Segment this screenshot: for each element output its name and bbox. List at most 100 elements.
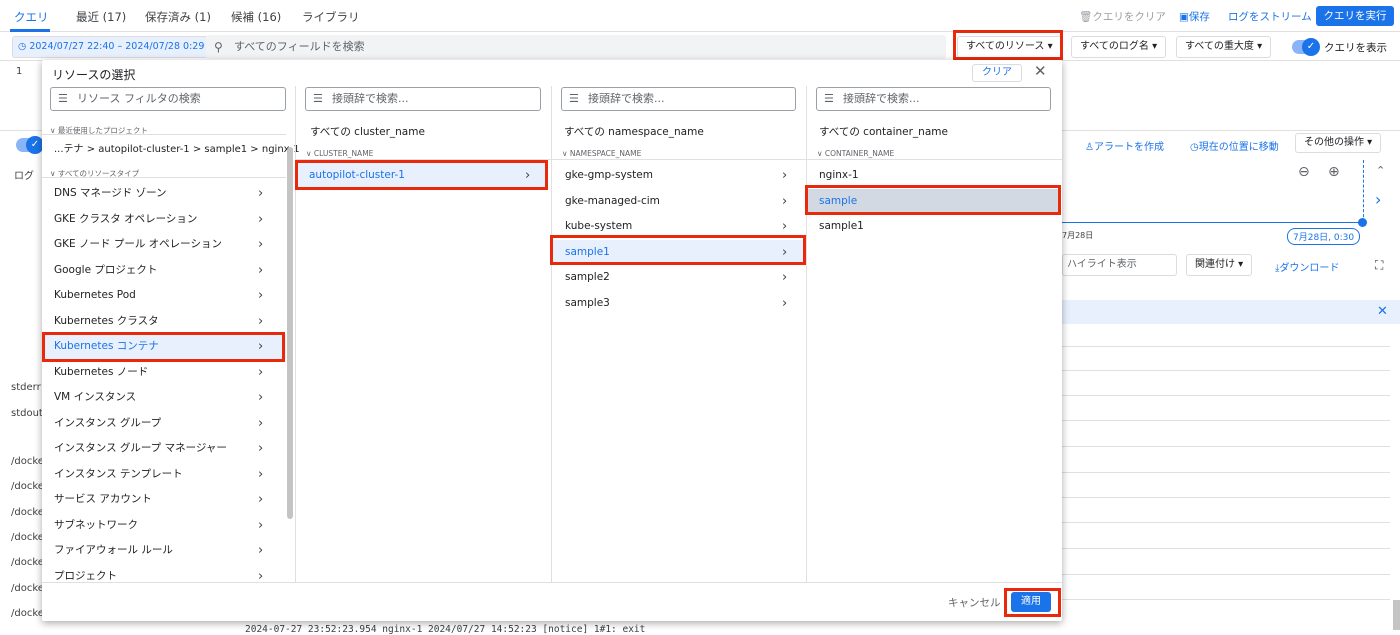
chevron-right-icon: › xyxy=(258,364,264,380)
namespace-item[interactable]: sample3 › xyxy=(552,291,805,316)
timeline-handle[interactable] xyxy=(1358,218,1367,227)
all-log-names-dropdown[interactable]: すべてのログ名 ▾ xyxy=(1071,36,1167,58)
chevron-right-icon: › xyxy=(258,339,264,354)
next-arrow-icon[interactable]: › xyxy=(1375,190,1381,209)
all-container-name-option[interactable]: すべての container_name xyxy=(819,124,948,139)
run-query-button[interactable]: クエリを実行 xyxy=(1316,6,1394,26)
clear-button[interactable]: クリア xyxy=(972,64,1022,82)
resource-type-item-label: GKE クラスタ オペレーション xyxy=(54,212,198,225)
clock-icon: ◷ xyxy=(18,41,30,52)
tab-suggested[interactable]: 候補 (16) xyxy=(231,9,281,25)
resource-type-item[interactable]: インスタンス グループ › xyxy=(42,411,286,436)
zoom-out-icon[interactable]: ⊖ xyxy=(1298,164,1310,180)
namespace-item[interactable]: gke-managed-cim › xyxy=(552,189,805,214)
chevron-right-icon: › xyxy=(258,390,264,405)
namespace-item-label: sample2 xyxy=(565,271,610,283)
field-search-input[interactable]: ⚲ すべてのフィールドを検索 xyxy=(206,35,946,59)
tab-query[interactable]: クエリ xyxy=(14,9,49,25)
highlight-input[interactable]: ハイライト表示 xyxy=(1062,254,1177,276)
namespace-item-label: sample3 xyxy=(565,296,610,309)
resource-type-item[interactable]: インスタンス グループ マネージャー › xyxy=(42,436,286,461)
chevron-down-icon: ∨ xyxy=(306,149,314,158)
log-entry-row[interactable]: 2024-07-27 23:52:23.954 nginx-1 2024/07/… xyxy=(245,624,645,635)
page-scrollbar[interactable] xyxy=(1393,600,1400,630)
all-severity-dropdown[interactable]: すべての重大度 ▾ xyxy=(1176,36,1272,58)
resource-type-item[interactable]: サブネットワーク › xyxy=(42,513,286,538)
recent-project-item[interactable]: ...テナ > autopilot-cluster-1 > sample1 > … xyxy=(42,137,300,162)
resource-type-item[interactable]: Kubernetes コンテナ › xyxy=(42,334,286,359)
namespace-name-column: ☰ 接頭辞で検索... すべての namespace_name ∨ NAMESP… xyxy=(552,86,806,580)
resource-type-item[interactable]: サービス アカウント › xyxy=(42,487,286,512)
row-divider xyxy=(1060,599,1390,600)
container-prefix-search-input[interactable]: ☰ 接頭辞で検索... xyxy=(816,87,1051,111)
time-range-button[interactable]: ◷ 2024/07/27 22:40 – 2024/07/28 0:29 xyxy=(12,36,211,58)
active-tab-underline xyxy=(10,29,50,32)
container-item[interactable]: sample xyxy=(807,188,1060,214)
namespace-item[interactable]: sample1 › xyxy=(552,239,805,265)
namespace-item[interactable]: kube-system › xyxy=(552,214,805,239)
container-item-label: sample xyxy=(819,194,858,207)
chevron-down-icon: ∨ xyxy=(562,149,570,158)
cancel-button[interactable]: キャンセル xyxy=(948,595,1001,610)
all-cluster-name-option[interactable]: すべての cluster_name xyxy=(310,124,425,139)
tab-recent[interactable]: 最近 (17) xyxy=(76,9,126,25)
log-field-label: /docke xyxy=(11,583,44,594)
zoom-in-icon[interactable]: ⊕ xyxy=(1328,164,1340,180)
namespace-prefix-search-input[interactable]: ☰ 接頭辞で検索... xyxy=(561,87,796,111)
dialog-title: リソースの選択 xyxy=(52,68,136,82)
save-query-button[interactable]: ▣保存 xyxy=(1179,9,1210,24)
divider xyxy=(296,159,551,160)
namespace-item-label: kube-system xyxy=(565,220,633,232)
close-icon[interactable]: ✕ xyxy=(1034,62,1047,80)
row-divider xyxy=(1060,420,1390,421)
tab-library[interactable]: ライブラリ xyxy=(302,9,360,25)
resource-type-item[interactable]: Kubernetes クラスタ › xyxy=(42,309,286,334)
resource-type-item[interactable]: プロジェクト › xyxy=(42,564,286,589)
divider xyxy=(42,134,286,135)
resource-type-item[interactable]: Kubernetes Pod › xyxy=(42,283,286,308)
expand-icon[interactable]: ⌃ xyxy=(1376,164,1385,177)
namespace-item[interactable]: gke-gmp-system › xyxy=(552,163,805,188)
jump-to-now-link[interactable]: ◷現在の位置に移動 xyxy=(1190,138,1279,153)
log-field-label: /docke xyxy=(11,557,44,568)
show-query-toggle[interactable]: ✓ xyxy=(1292,38,1320,56)
container-item[interactable]: sample1 xyxy=(807,214,1060,239)
timeline-current-chip: 7月28日, 0:30 xyxy=(1287,228,1361,245)
resource-type-item[interactable]: GKE ノード プール オペレーション › xyxy=(42,232,286,257)
more-actions-dropdown[interactable]: その他の操作 ▾ xyxy=(1295,133,1382,153)
histogram-toggle[interactable]: ✓ xyxy=(16,136,44,154)
clear-query-button[interactable]: 🗑クエリをクリア xyxy=(1079,9,1166,24)
cluster-prefix-search-input[interactable]: ☰ 接頭辞で検索... xyxy=(305,87,541,111)
correlate-dropdown[interactable]: 関連付け ▾ xyxy=(1186,254,1253,276)
resource-type-item[interactable]: VM インスタンス › xyxy=(42,385,286,410)
resource-filter-input[interactable]: ☰ リソース フィルタの検索 xyxy=(50,87,286,111)
all-resources-dropdown[interactable]: すべてのリソース ▾ xyxy=(957,36,1062,58)
row-divider xyxy=(1060,497,1390,498)
clock-icon: ◷ xyxy=(1190,142,1199,153)
resource-type-item-label: インスタンス グループ xyxy=(54,416,162,429)
chevron-right-icon: › xyxy=(525,168,531,183)
all-namespace-name-option[interactable]: すべての namespace_name xyxy=(564,124,704,139)
create-alert-link[interactable]: ♙アラートを作成 xyxy=(1085,138,1164,153)
resource-type-item[interactable]: GKE クラスタ オペレーション › xyxy=(42,207,286,232)
cluster-name-header: ∨ CLUSTER_NAME xyxy=(306,149,374,158)
download-link[interactable]: ⤓ダウンロード xyxy=(1275,259,1339,274)
namespace-item[interactable]: sample2 › xyxy=(552,265,805,290)
resource-type-item[interactable]: インスタンス テンプレート › xyxy=(42,462,286,487)
resource-type-item[interactable]: Kubernetes ノード › xyxy=(42,360,286,385)
resource-type-item[interactable]: DNS マネージド ゾーン › xyxy=(42,181,286,206)
apply-button[interactable]: 適用 xyxy=(1011,592,1051,612)
resource-type-item-label: DNS マネージド ゾーン xyxy=(54,187,167,199)
log-field-label: /docke xyxy=(11,507,44,518)
resource-type-item[interactable]: ファイアウォール ルール › xyxy=(42,538,286,563)
list-scrollbar[interactable] xyxy=(287,147,293,519)
close-banner-icon[interactable]: ✕ xyxy=(1377,304,1388,319)
cluster-item[interactable]: autopilot-cluster-1 › xyxy=(296,163,548,188)
container-item[interactable]: nginx-1 xyxy=(807,163,1060,188)
stream-logs-button[interactable]: ログをストリーム xyxy=(1228,9,1312,24)
resource-type-item-label: Kubernetes Pod xyxy=(54,289,136,301)
resource-type-item[interactable]: Google プロジェクト › xyxy=(42,258,286,283)
timeline-start-label: 7月28日 xyxy=(1062,231,1094,240)
tab-saved[interactable]: 保存済み (1) xyxy=(145,9,211,25)
fullscreen-icon[interactable]: ⛶ xyxy=(1375,258,1383,273)
